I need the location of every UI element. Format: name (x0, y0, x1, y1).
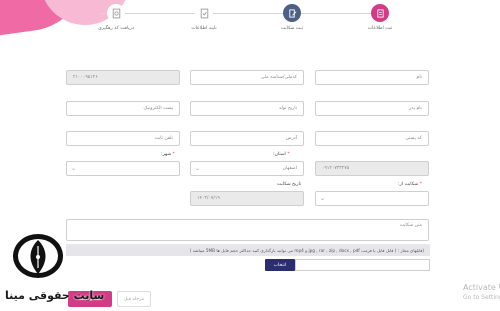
email-field[interactable]: پست الکترونیک (66, 101, 180, 116)
postal-code-field[interactable]: کد پستی (315, 131, 429, 146)
step-label: دریافت کد رهگیری (98, 26, 134, 31)
watermark-line: Go to Settings (463, 294, 500, 301)
chevron-down-icon: ⌄ (195, 165, 201, 172)
attachment-note: (فایلهای مجاز : ( قابل فایل با فرمت jpg … (66, 244, 430, 256)
province-label: * استان: (273, 152, 290, 157)
check-document-icon (195, 4, 213, 22)
address-field[interactable]: آدرس (190, 131, 304, 146)
complaint-text-area[interactable]: متن شکایت (66, 219, 429, 241)
city-select[interactable]: ⌄ (66, 161, 180, 176)
phone-readonly-field: ۲۱۰۰۰۹۵۱۲۶ (66, 70, 180, 85)
complaint-type-label: * شکایت از: (398, 182, 422, 187)
step-register-info[interactable]: ثبت اطلاعات (345, 4, 415, 31)
watermark-line: Activate W (463, 283, 500, 292)
name-field[interactable]: نام (315, 70, 429, 85)
father-name-field[interactable]: نام پدر (315, 101, 429, 116)
chevron-down-icon: ⌄ (71, 165, 77, 172)
chevron-down-icon: ⌄ (320, 195, 326, 202)
step-label: تایید اطلاعات (191, 26, 217, 31)
birth-date-field[interactable]: تاریخ تولد (190, 101, 304, 116)
step-confirm-info[interactable]: تایید اطلاعات (169, 4, 239, 31)
tracking-icon (107, 4, 125, 22)
city-label: * شهر: (161, 152, 175, 157)
complaint-type-select[interactable]: ⌄ (315, 191, 429, 206)
brand-text: سایت حقوقی مینا (5, 289, 105, 302)
complaint-date-field: ۱۴۰۳/۰۷/۱۹ (190, 191, 304, 206)
national-code-field[interactable]: کدملی/شناسه ملی (190, 70, 304, 85)
step-label: ثبت شکایت (280, 26, 304, 31)
document-icon (371, 4, 389, 22)
previous-step-button[interactable]: مرحله قبل (117, 291, 151, 307)
step-label: ثبت اطلاعات (367, 26, 393, 31)
step-register-complaint[interactable]: ثبت شکایت (257, 4, 327, 31)
province-select[interactable]: اصفهان ⌄ (190, 161, 304, 176)
mobile-readonly-field: ۰۹۱۲۰۷۳۳۲۷۵ (315, 161, 429, 176)
activation-watermark: Activate W Go to Settings (463, 283, 500, 303)
landline-field[interactable]: تلفن ثابت (66, 131, 180, 146)
edit-document-icon (283, 4, 301, 22)
complaint-date-label: تاریخ شکایت (277, 182, 302, 187)
file-select-button[interactable]: انتخاب (265, 259, 295, 271)
file-name-box[interactable] (295, 259, 430, 271)
step-tracking-code[interactable]: دریافت کد رهگیری (81, 4, 151, 31)
quill-pen-icon (8, 232, 68, 280)
